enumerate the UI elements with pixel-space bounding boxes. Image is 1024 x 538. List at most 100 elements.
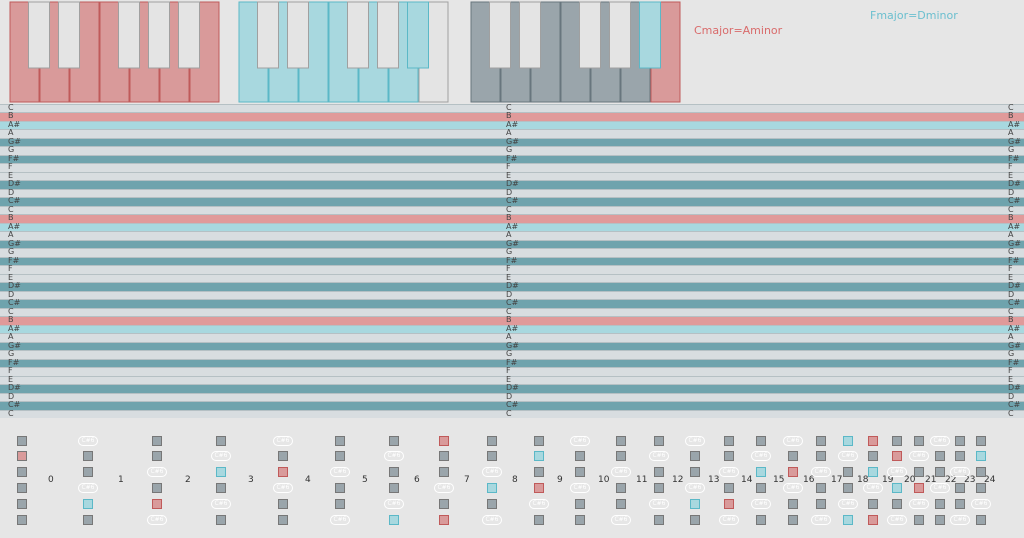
fret-note-pill[interactable]: C#6	[649, 451, 669, 461]
fret-note-marker[interactable]	[654, 467, 664, 477]
fret-note-marker[interactable]	[690, 467, 700, 477]
fret-note-marker[interactable]	[976, 515, 986, 525]
fret-note-pill[interactable]: C#6	[887, 467, 907, 477]
open-string-marker[interactable]	[17, 483, 27, 493]
fret-note-pill[interactable]: C#6	[273, 436, 293, 446]
fret-note-marker[interactable]	[892, 451, 902, 461]
fret-note-marker[interactable]	[843, 467, 853, 477]
fret-note-marker[interactable]	[616, 499, 626, 509]
fret-note-pill[interactable]: C#6	[950, 515, 970, 525]
fret-note-marker[interactable]	[914, 483, 924, 493]
fmajor-keyboard-black-key[interactable]	[347, 1, 369, 69]
fret-note-marker[interactable]	[788, 499, 798, 509]
cmajor-keyboard-black-key[interactable]	[118, 1, 140, 69]
mixed-keyboard-black-key[interactable]	[609, 1, 631, 69]
open-string-marker[interactable]	[17, 436, 27, 446]
fret-note-marker[interactable]	[575, 467, 585, 477]
fret-note-marker[interactable]	[575, 451, 585, 461]
fret-note-pill[interactable]: C#6	[78, 483, 98, 493]
fret-note-marker[interactable]	[868, 499, 878, 509]
fret-note-marker[interactable]	[935, 499, 945, 509]
fret-note-marker[interactable]	[439, 467, 449, 477]
fret-note-pill[interactable]: C#6	[211, 451, 231, 461]
fret-note-pill[interactable]: C#6	[273, 483, 293, 493]
fret-note-marker[interactable]	[976, 451, 986, 461]
fret-note-marker[interactable]	[935, 467, 945, 477]
fret-note-marker[interactable]	[152, 499, 162, 509]
fret-note-marker[interactable]	[616, 483, 626, 493]
fret-note-marker[interactable]	[976, 436, 986, 446]
fret-note-marker[interactable]	[914, 436, 924, 446]
fret-note-marker[interactable]	[389, 515, 399, 525]
fret-note-pill[interactable]: C#6	[649, 499, 669, 509]
open-string-marker[interactable]	[17, 515, 27, 525]
fret-note-marker[interactable]	[487, 451, 497, 461]
fret-note-marker[interactable]	[976, 467, 986, 477]
fret-note-pill[interactable]: C#6	[887, 515, 907, 525]
fret-note-pill[interactable]: C#6	[719, 515, 739, 525]
fret-note-marker[interactable]	[788, 515, 798, 525]
fret-note-marker[interactable]	[724, 483, 734, 493]
fret-note-marker[interactable]	[690, 515, 700, 525]
fmajor-keyboard-black-key[interactable]	[377, 1, 399, 69]
fret-note-marker[interactable]	[534, 515, 544, 525]
fret-note-marker[interactable]	[654, 483, 664, 493]
fret-note-marker[interactable]	[487, 499, 497, 509]
fret-note-marker[interactable]	[788, 451, 798, 461]
fret-note-pill[interactable]: C#6	[930, 436, 950, 446]
fret-note-pill[interactable]: C#6	[685, 436, 705, 446]
fret-note-marker[interactable]	[534, 467, 544, 477]
fret-note-pill[interactable]: C#6	[482, 467, 502, 477]
fret-note-marker[interactable]	[389, 436, 399, 446]
fret-note-marker[interactable]	[335, 499, 345, 509]
open-string-marker[interactable]	[17, 467, 27, 477]
open-string-marker[interactable]	[17, 499, 27, 509]
fret-note-marker[interactable]	[690, 499, 700, 509]
fret-note-pill[interactable]: C#6	[783, 436, 803, 446]
fret-note-marker[interactable]	[976, 483, 986, 493]
fret-note-marker[interactable]	[654, 515, 664, 525]
fret-note-pill[interactable]: C#6	[570, 436, 590, 446]
fmajor-keyboard-black-key[interactable]	[407, 1, 429, 69]
fmajor-keyboard-black-key[interactable]	[287, 1, 309, 69]
fret-note-marker[interactable]	[816, 451, 826, 461]
fret-note-marker[interactable]	[955, 451, 965, 461]
fret-note-marker[interactable]	[868, 451, 878, 461]
fret-note-marker[interactable]	[914, 515, 924, 525]
fret-note-marker[interactable]	[892, 499, 902, 509]
fret-note-pill[interactable]: C#6	[719, 467, 739, 477]
fret-note-pill[interactable]: C#6	[909, 451, 929, 461]
fret-note-marker[interactable]	[955, 436, 965, 446]
fret-note-marker[interactable]	[439, 436, 449, 446]
fret-note-pill[interactable]: C#6	[482, 515, 502, 525]
fret-note-marker[interactable]	[534, 451, 544, 461]
open-string-marker[interactable]	[17, 451, 27, 461]
fret-note-pill[interactable]: C#6	[78, 436, 98, 446]
fret-note-marker[interactable]	[935, 451, 945, 461]
fret-note-marker[interactable]	[816, 483, 826, 493]
fret-note-marker[interactable]	[575, 515, 585, 525]
fret-note-marker[interactable]	[439, 515, 449, 525]
fret-note-pill[interactable]: C#6	[751, 451, 771, 461]
fret-note-marker[interactable]	[534, 436, 544, 446]
fret-note-marker[interactable]	[278, 467, 288, 477]
fret-note-marker[interactable]	[843, 436, 853, 446]
fret-note-pill[interactable]: C#6	[147, 467, 167, 477]
fret-note-marker[interactable]	[575, 499, 585, 509]
fret-note-marker[interactable]	[892, 436, 902, 446]
fret-note-marker[interactable]	[487, 436, 497, 446]
fret-note-marker[interactable]	[152, 483, 162, 493]
fret-note-pill[interactable]: C#6	[811, 467, 831, 477]
fret-note-pill[interactable]: C#6	[611, 467, 631, 477]
fret-note-marker[interactable]	[816, 499, 826, 509]
fret-note-marker[interactable]	[278, 499, 288, 509]
fret-note-marker[interactable]	[83, 515, 93, 525]
fret-note-marker[interactable]	[439, 451, 449, 461]
cmajor-keyboard-black-key[interactable]	[28, 1, 50, 69]
fret-note-pill[interactable]: C#6	[147, 515, 167, 525]
fret-note-marker[interactable]	[278, 451, 288, 461]
fret-note-marker[interactable]	[914, 467, 924, 477]
fret-note-marker[interactable]	[389, 483, 399, 493]
fret-note-marker[interactable]	[843, 515, 853, 525]
fret-note-marker[interactable]	[756, 483, 766, 493]
